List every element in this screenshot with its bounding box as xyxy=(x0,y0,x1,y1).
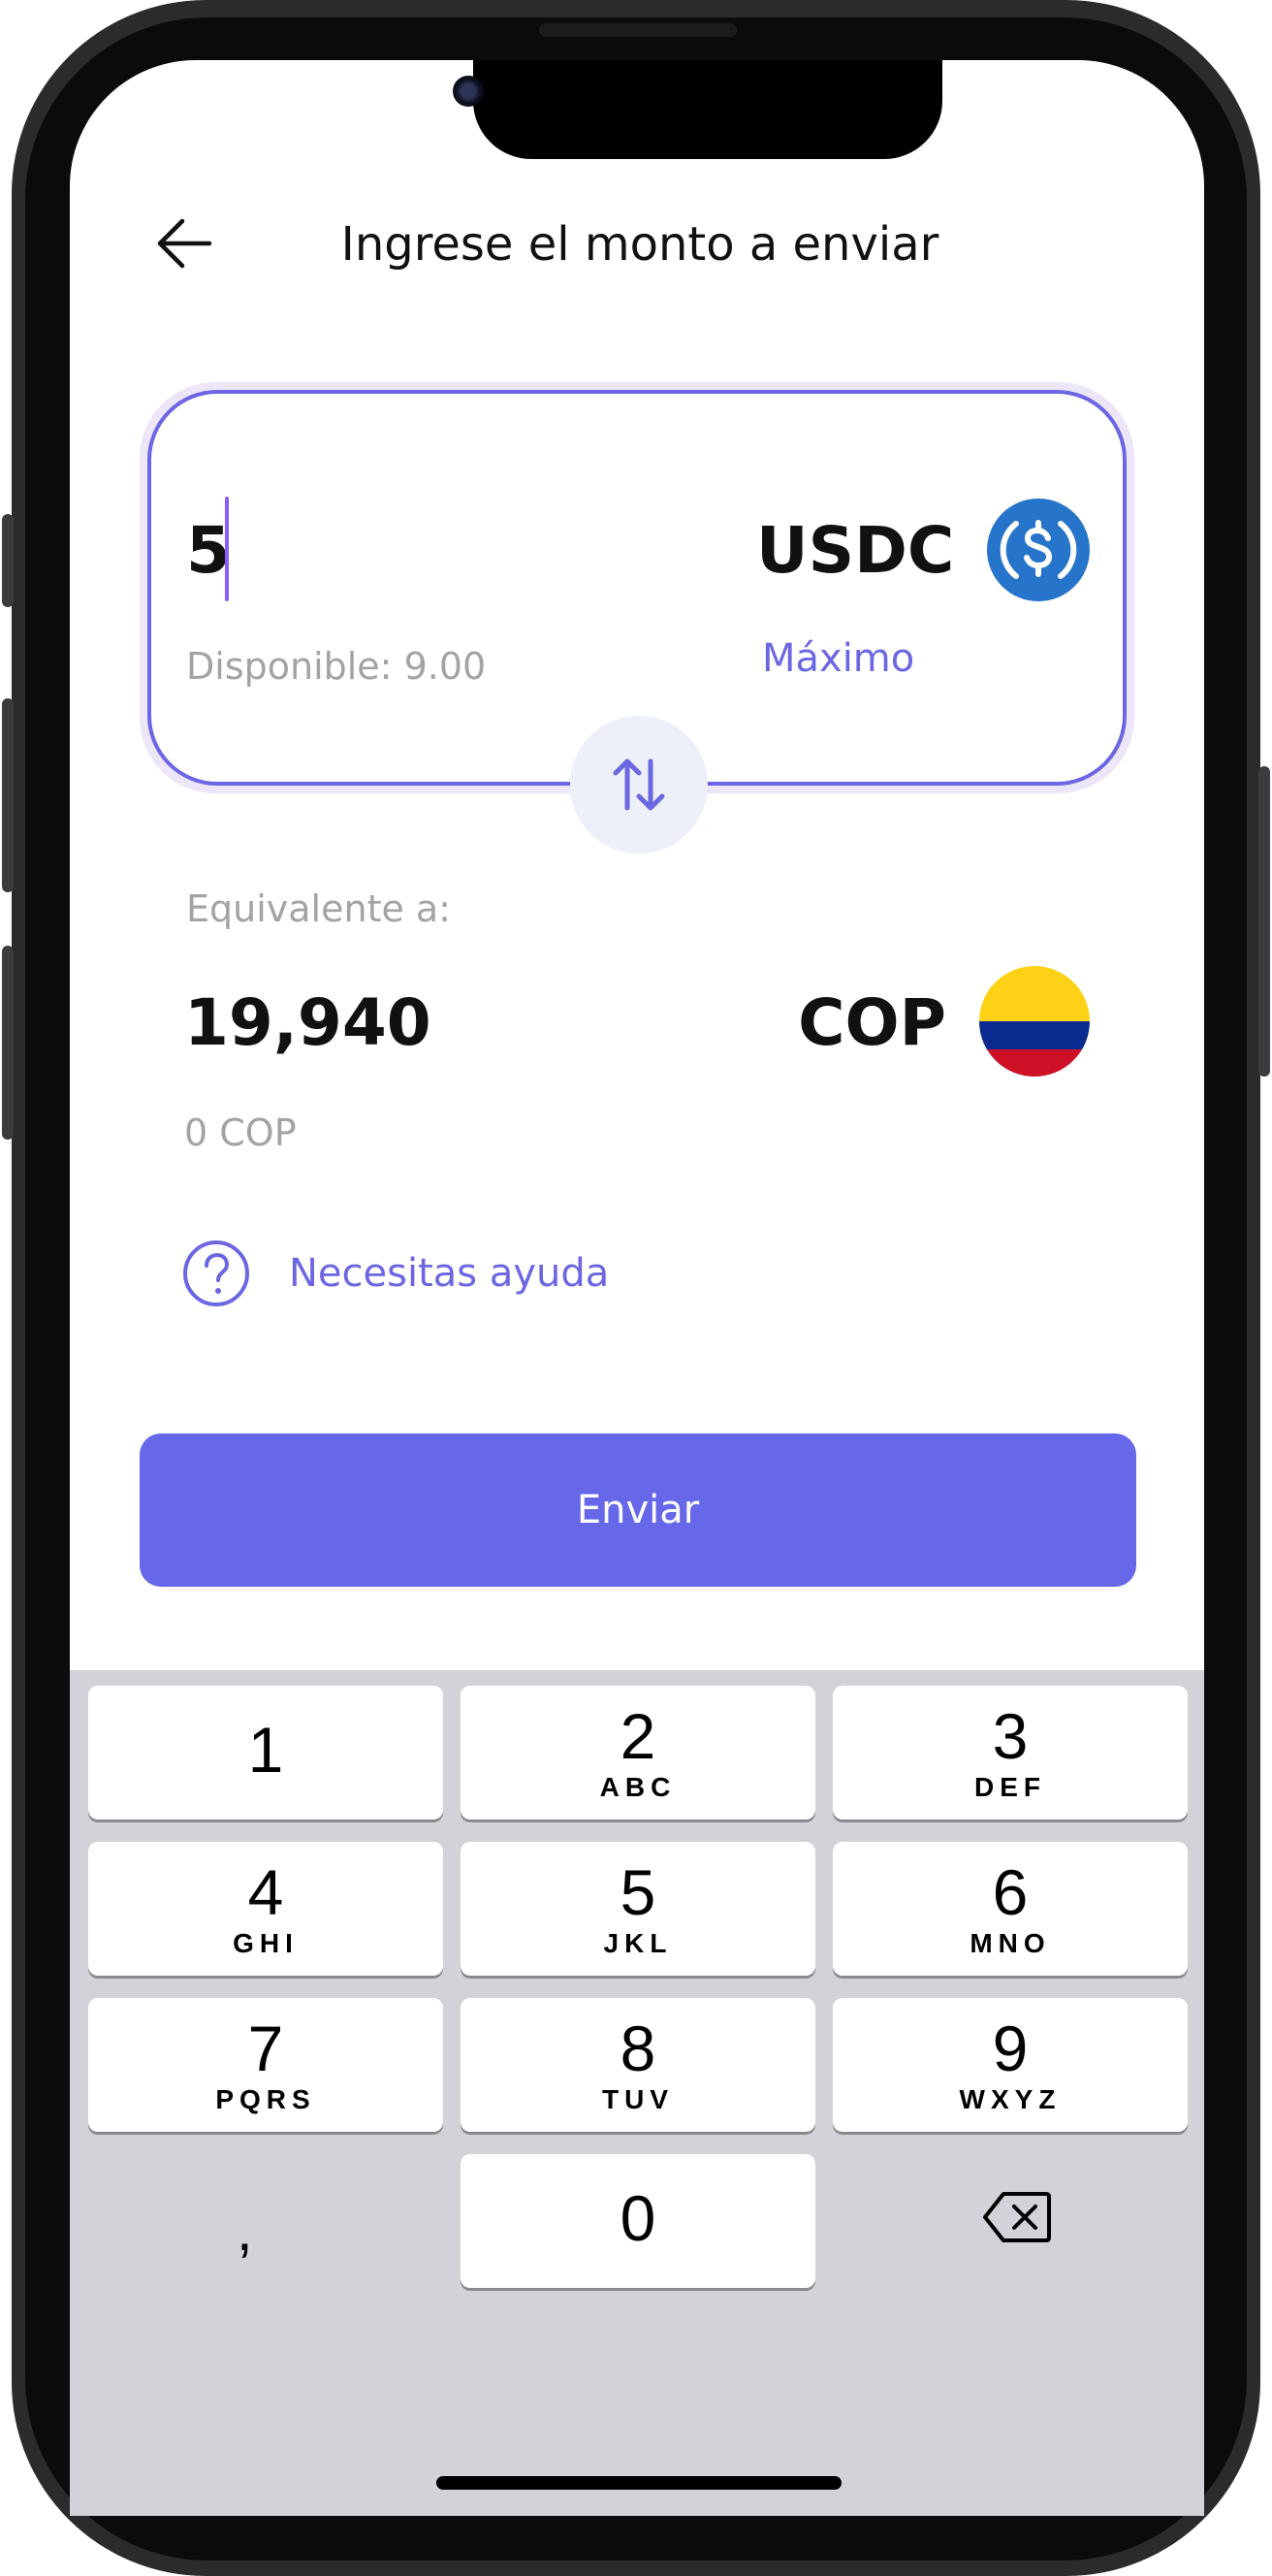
swap-arrows-icon xyxy=(613,758,665,811)
max-amount-link[interactable]: Máximo xyxy=(762,634,914,683)
page-title: Ingrese el monto a enviar xyxy=(340,217,939,272)
available-balance: Disponible: 9.00 xyxy=(186,645,487,688)
help-link[interactable]: Necesitas ayuda xyxy=(289,1249,609,1298)
equivalent-label: Equivalente a: xyxy=(186,887,452,930)
volume-down-button xyxy=(2,946,14,1140)
notch xyxy=(473,60,942,159)
key-8[interactable]: 8 TUV xyxy=(461,1998,815,2132)
backspace-icon[interactable] xyxy=(982,2190,1052,2244)
send-button[interactable]: Enviar xyxy=(140,1433,1136,1587)
key-3[interactable]: 3 DEF xyxy=(833,1686,1188,1819)
key-4[interactable]: 4 GHI xyxy=(88,1842,443,1976)
text-caret xyxy=(225,497,229,601)
usdc-coin-icon[interactable] xyxy=(987,499,1090,601)
arrow-left-icon[interactable] xyxy=(155,213,215,274)
secondary-amount: 0 COP xyxy=(184,1111,297,1154)
key-2[interactable]: 2 ABC xyxy=(461,1686,815,1819)
colombia-flag-icon xyxy=(979,966,1090,1077)
key-decimal-comma[interactable]: , xyxy=(237,2202,253,2260)
equivalent-amount: 19,940 xyxy=(184,985,431,1060)
earpiece xyxy=(539,23,737,37)
key-9[interactable]: 9 WXYZ xyxy=(833,1998,1188,2132)
question-circle-icon[interactable] xyxy=(182,1240,250,1307)
front-camera xyxy=(453,76,484,107)
key-7[interactable]: 7 PQRS xyxy=(88,1998,443,2132)
mute-switch xyxy=(2,514,14,607)
home-indicator xyxy=(436,2476,842,2490)
key-1[interactable]: 1 xyxy=(88,1686,443,1819)
key-5[interactable]: 5 JKL xyxy=(461,1842,815,1976)
key-6[interactable]: 6 MNO xyxy=(833,1842,1188,1976)
key-0[interactable]: 0 xyxy=(461,2154,815,2288)
send-currency-code[interactable]: USDC xyxy=(756,514,954,588)
receive-currency-code: COP xyxy=(798,985,946,1060)
power-button xyxy=(1258,766,1270,1077)
volume-up-button xyxy=(2,698,14,892)
